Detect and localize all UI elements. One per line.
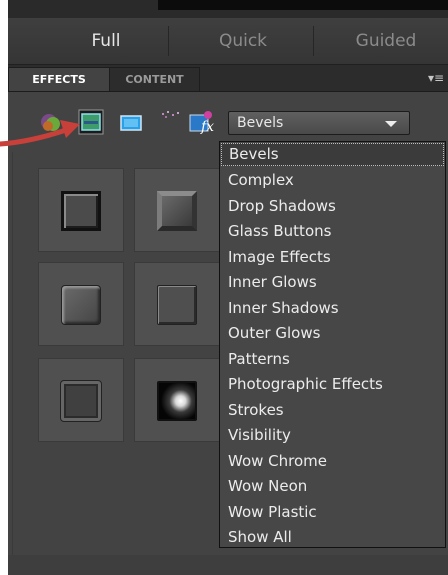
panel-tab-bar: EFFECTS CONTENT ▾≡ (8, 65, 448, 92)
chevron-down-icon (385, 121, 397, 127)
bevel-thumbnail-2 (157, 191, 197, 231)
dropdown-option-visibility[interactable]: Visibility (220, 423, 445, 449)
effect-thumbnail[interactable] (38, 358, 124, 442)
effect-thumbnail[interactable] (38, 168, 124, 252)
dropdown-option-inner-shadows[interactable]: Inner Shadows (220, 296, 445, 322)
mode-tab-full[interactable]: Full (56, 18, 156, 64)
dropdown-option-drop-shadows[interactable]: Drop Shadows (220, 194, 445, 220)
dropdown-option-complex[interactable]: Complex (220, 168, 445, 194)
dropdown-option-outer-glows[interactable]: Outer Glows (220, 321, 445, 347)
tab-effects[interactable]: EFFECTS (8, 67, 110, 91)
effect-thumbnail[interactable] (134, 262, 220, 346)
dropdown-option-patterns[interactable]: Patterns (220, 347, 445, 373)
bevel-thumbnail-1 (61, 191, 101, 231)
tab-content[interactable]: CONTENT (110, 67, 200, 91)
dropdown-option-inner-glows[interactable]: Inner Glows (220, 270, 445, 296)
bevel-thumbnail-4 (157, 285, 197, 325)
mode-tab-guided[interactable]: Guided (328, 18, 444, 64)
category-select-value: Bevels (237, 115, 284, 131)
effect-thumbnail[interactable] (134, 168, 220, 252)
mode-separator (313, 26, 314, 56)
category-dropdown-list: Bevels Complex Drop Shadows Glass Button… (219, 141, 446, 548)
panel-menu-icon[interactable]: ▾≡ (428, 67, 444, 89)
bevel-thumbnail-5 (61, 381, 101, 421)
mode-tab-quick[interactable]: Quick (188, 18, 298, 64)
dropdown-option-image-effects[interactable]: Image Effects (220, 245, 445, 271)
fx-icon[interactable]: fx (188, 109, 214, 135)
filters-icon[interactable] (118, 109, 144, 135)
category-select[interactable]: Bevels (228, 111, 410, 135)
title-bar-dark (158, 0, 448, 10)
dropdown-option-show-all[interactable]: Show All (220, 525, 445, 551)
dropdown-option-bevels[interactable]: Bevels (221, 143, 444, 166)
annotation-arrow-icon (0, 120, 80, 147)
mode-separator (168, 26, 169, 56)
effect-thumbnail[interactable] (38, 262, 124, 346)
dropdown-option-strokes[interactable]: Strokes (220, 398, 445, 424)
frame-icon[interactable] (158, 109, 184, 135)
svg-text:fx: fx (200, 119, 214, 135)
dropdown-option-wow-neon[interactable]: Wow Neon (220, 474, 445, 500)
window-top-strip (8, 0, 448, 18)
dropdown-option-photographic-effects[interactable]: Photographic Effects (220, 372, 445, 398)
dropdown-option-wow-chrome[interactable]: Wow Chrome (220, 449, 445, 475)
panel-bottom (8, 555, 448, 575)
panel-left-edge (12, 152, 13, 572)
mode-bar: Full Quick Guided (8, 18, 448, 65)
dropdown-option-glass-buttons[interactable]: Glass Buttons (220, 219, 445, 245)
bevel-thumbnail-3 (61, 285, 101, 325)
dropdown-option-wow-plastic[interactable]: Wow Plastic (220, 500, 445, 526)
bevel-thumbnail-6 (157, 381, 197, 421)
effect-thumbnail[interactable] (134, 358, 220, 442)
